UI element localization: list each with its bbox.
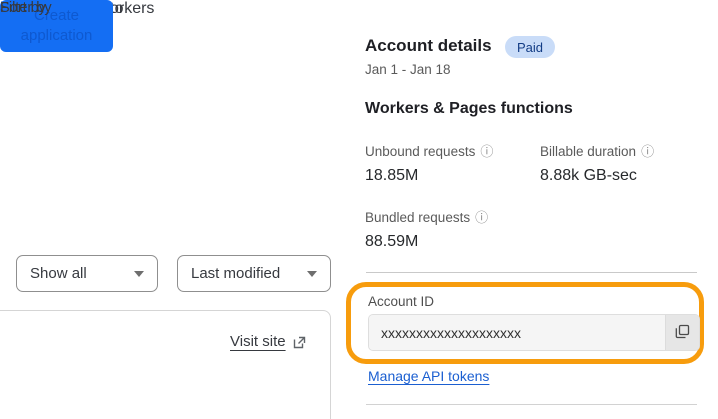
sort-by-label: Sort by [0,0,46,16]
stat-unbound-requests-label: Unbound requests ⓘ [365,144,494,159]
chevron-down-icon [307,270,317,277]
plan-badge: Paid [505,36,556,58]
filter-dropdown[interactable]: Show all [16,255,158,292]
stat-unbound-requests-value: 18.85M [365,167,419,184]
stat-bundled-requests-value: 88.59M [365,233,419,250]
copy-button[interactable] [665,315,699,350]
info-icon[interactable]: ⓘ [475,211,488,224]
copy-icon [675,324,690,342]
info-icon[interactable]: ⓘ [641,145,654,158]
account-id-input[interactable] [369,315,665,350]
info-icon[interactable]: ⓘ [480,145,493,158]
visit-site-link[interactable]: Visit site [230,333,286,350]
chevron-down-icon [134,270,144,277]
account-details-title: Account details [365,36,492,55]
stat-billable-duration-value: 8.88k GB-sec [540,167,637,184]
sort-dropdown[interactable]: Last modified [177,255,331,292]
stat-billable-duration-label: Billable duration ⓘ [540,144,655,159]
visit-site-row: Visit site [230,333,306,350]
divider [366,404,697,405]
manage-api-tokens-row: Manage API tokens [368,368,489,384]
functions-section-title: Workers & Pages functions [365,100,573,117]
account-id-label: Account ID [368,294,435,309]
external-link-icon [293,336,306,349]
stat-bundled-requests-label: Bundled requests ⓘ [365,210,489,225]
filter-dropdown-value: Show all [30,265,87,282]
date-range: Jan 1 - Jan 18 [365,62,451,77]
account-id-field-group [368,314,700,351]
manage-api-tokens-link[interactable]: Manage API tokens [368,368,489,384]
project-card [0,310,331,419]
divider [366,272,697,273]
workers-pages-dashboard: lications with Workers cumentation to Cr… [0,0,718,419]
sort-dropdown-value: Last modified [191,265,281,282]
